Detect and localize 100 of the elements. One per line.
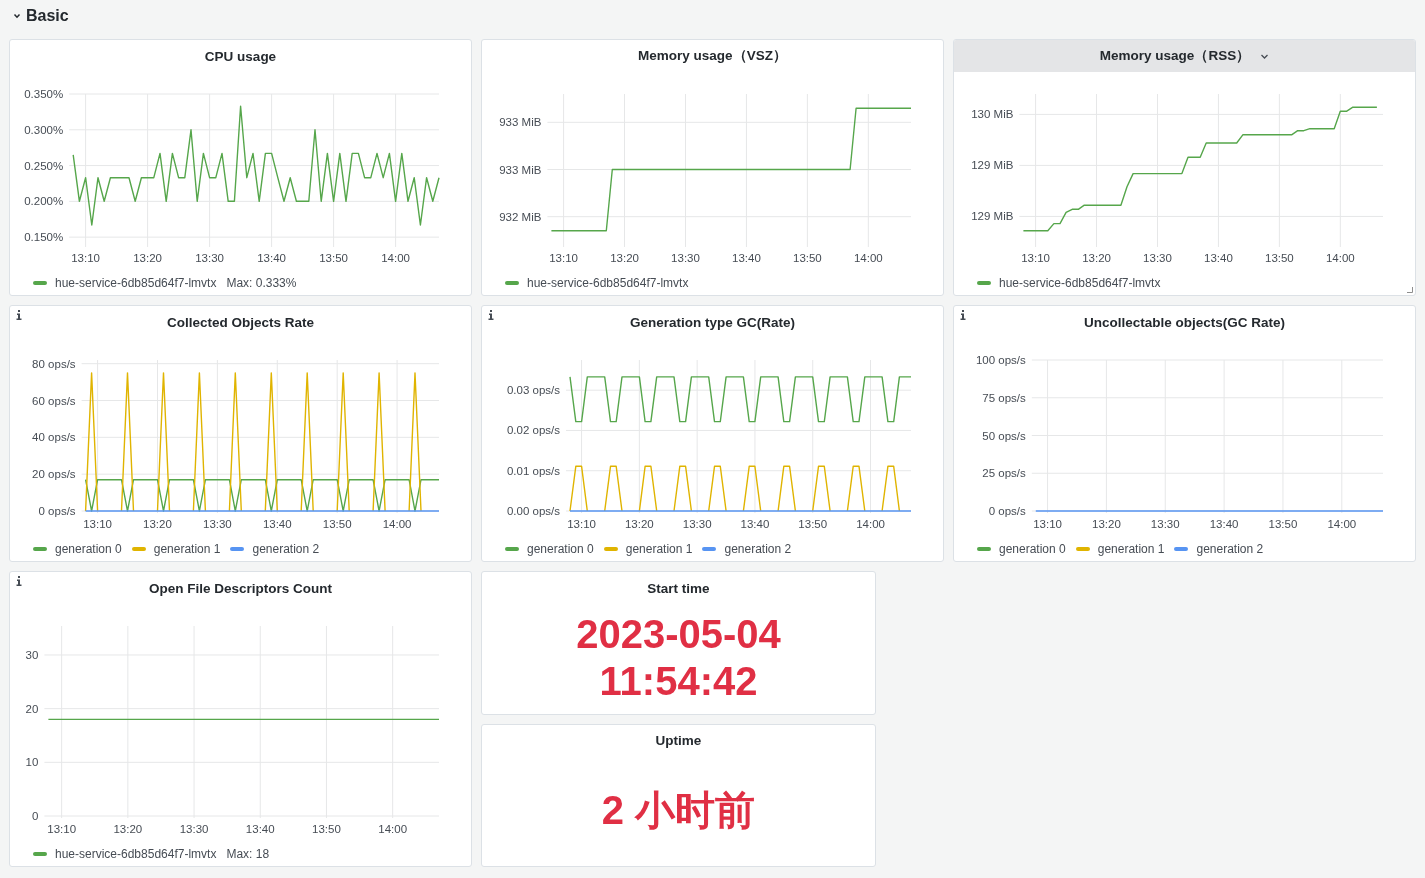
panel-title: Generation type GC(Rate) [630,314,795,330]
axis-label: 13:20 [610,252,639,264]
axis-label: 0 ops/s [38,505,76,517]
axis-label: 0.03 ops/s [506,384,560,397]
axis-label: 13:20 [143,518,172,530]
axis-label: 100 ops/s [975,354,1026,366]
panel-title: CPU usage [204,48,277,64]
axis-label: 13:50 [312,823,341,835]
axis-label: 129 MiB [971,159,1014,172]
axis-label: 14:00 [856,518,885,530]
axis-label: 0.02 ops/s [506,424,560,437]
info-icon[interactable] [16,310,22,320]
axis-label: 60 ops/s [32,394,76,407]
axis-label: 130 MiB [971,108,1014,121]
axis-label: 14:00 [1327,518,1357,530]
axis-label: 13:30 [195,252,224,264]
axis-label: 13:10 [549,252,578,264]
axis-label: 13:50 [1265,252,1294,264]
panel-title: Memory usage（RSS） [1099,47,1251,65]
axis-label: 40 ops/s [32,431,76,444]
legend-max: Max: 0.333% [226,276,297,290]
axis-label: 13:30 [179,823,209,835]
legend-item[interactable]: generation 2 [230,542,320,556]
axis-label: 13:20 [624,518,654,530]
axis-label: 14:00 [382,518,412,530]
axis-label: 0.200% [24,195,64,208]
axis-label: 13:50 [319,252,348,264]
resize-handle-icon[interactable] [1407,287,1413,293]
legend-item[interactable]: hue-service-6db85d64f7-lmvtx [33,847,217,861]
axis-label: 933 MiB [499,116,542,129]
section-title: Basic [26,7,69,25]
axis-label: 933 MiB [499,163,542,176]
axis-label: 14:00 [1325,252,1355,264]
axis-label: 50 ops/s [982,429,1026,442]
legend-item[interactable]: generation 0 [33,542,122,556]
axis-label: 13:30 [682,518,712,530]
section-header[interactable]: Basic [0,0,1425,32]
axis-label: 13:40 [1204,252,1233,264]
stat-value: 2 小时前 [601,786,756,834]
axis-label: 13:10 [83,518,112,530]
axis-label: 932 MiB [499,210,542,223]
axis-label: 13:20 [133,252,162,264]
legend-item[interactable]: hue-service-6db85d64f7-lmvtx [977,276,1161,290]
axis-label: 13:40 [257,252,286,264]
axis-label: 13:50 [1268,518,1298,530]
panel-title: Collected Objects Rate [166,314,314,330]
axis-label: 14:00 [378,823,408,835]
axis-label: 80 ops/s [32,357,76,370]
axis-label: 13:40 [262,518,292,530]
axis-label: 13:40 [245,823,275,835]
axis-label: 0 [32,810,39,822]
axis-label: 13:30 [203,518,232,530]
info-icon[interactable] [488,310,494,320]
axis-label: 13:10 [47,823,77,835]
legend-item[interactable]: generation 0 [505,542,594,556]
info-icon[interactable] [960,310,966,320]
panel-title: Uptime [655,733,702,748]
stat-value: 11:54:42 [599,657,758,705]
axis-label: 13:50 [322,518,352,530]
axis-label: 20 ops/s [32,468,76,481]
axis-label: 13:10 [71,252,100,264]
axis-label: 14:00 [381,252,410,264]
axis-label: 129 MiB [971,210,1014,223]
axis-label: 0.250% [24,159,64,172]
axis-label: 13:30 [1150,518,1180,530]
legend-item[interactable]: hue-service-6db85d64f7-lmvtx [505,276,689,290]
legend-item[interactable]: generation 1 [603,542,693,556]
axis-label: 13:50 [793,252,822,264]
axis-label: 0.300% [24,123,64,136]
panel-title: Start time [647,580,710,596]
axis-label: 13:20 [1092,518,1121,530]
legend-item[interactable]: generation 2 [1174,542,1264,556]
axis-label: 30 [25,649,39,661]
axis-label: 14:00 [853,252,883,264]
axis-label: 0.150% [24,231,64,244]
legend-item[interactable]: generation 1 [131,542,221,556]
axis-label: 13:10 [1021,252,1050,264]
panel-title: Memory usage（VSZ） [638,47,787,65]
axis-label: 13:40 [1209,518,1239,530]
axis-label: 13:50 [798,518,828,530]
axis-label: 13:20 [1082,252,1111,264]
stat-value: 2023-05-04 [576,610,781,658]
axis-label: 0.01 ops/s [506,464,560,477]
info-icon[interactable] [16,576,22,586]
axis-label: 13:10 [567,518,596,530]
axis-label: 13:40 [732,252,761,264]
legend-item[interactable]: generation 0 [977,542,1066,556]
panel-title: Uncollectable objects(GC Rate) [1083,314,1285,330]
legend-item[interactable]: generation 2 [702,542,792,556]
axis-label: 0.00 ops/s [506,505,560,517]
axis-label: 13:10 [1033,518,1062,530]
axis-label: 13:40 [740,518,770,530]
legend-item[interactable]: hue-service-6db85d64f7-lmvtx [33,276,217,290]
axis-label: 13:30 [671,252,700,264]
axis-label: 0.350% [24,88,64,100]
axis-label: 10 [25,756,39,769]
legend-item[interactable]: generation 1 [1075,542,1165,556]
panel-title: Open File Descriptors Count [149,580,332,596]
axis-label: 0 ops/s [988,505,1026,517]
axis-label: 75 ops/s [982,391,1026,404]
